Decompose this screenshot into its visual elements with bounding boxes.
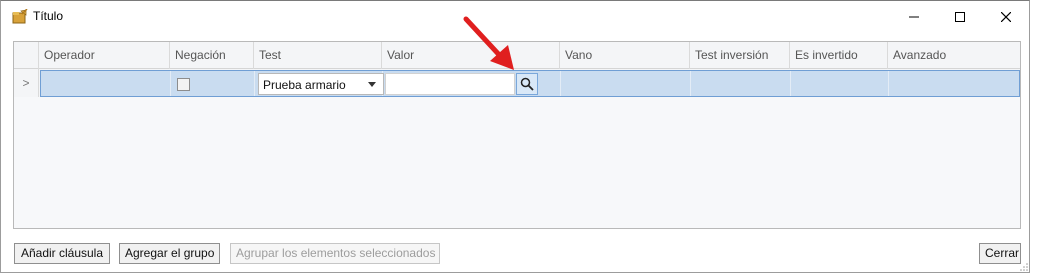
close-icon (1001, 11, 1011, 22)
dialog-window: Título Operador Negación Test Valor Vano… (0, 0, 1030, 273)
negacion-checkbox[interactable] (177, 78, 190, 91)
add-clause-button[interactable]: Añadir cláusula (14, 243, 110, 264)
folder-edit-icon (12, 8, 28, 25)
minimize-icon (909, 16, 919, 17)
search-icon (520, 77, 534, 91)
minimize-button[interactable] (891, 1, 937, 32)
maximize-button[interactable] (937, 1, 983, 32)
test-dropdown[interactable]: Prueba armario (258, 73, 384, 95)
add-group-button[interactable]: Agregar el grupo (119, 243, 220, 264)
column-es-invertido[interactable]: Es invertido (790, 42, 888, 69)
resize-grip-icon[interactable] (1019, 262, 1029, 272)
window-title: Título (33, 9, 64, 23)
search-button[interactable] (516, 73, 538, 95)
column-test[interactable]: Test (254, 42, 382, 69)
valor-input[interactable] (385, 73, 515, 95)
column-vano[interactable]: Vano (560, 42, 690, 69)
close-button[interactable] (983, 1, 1029, 32)
column-test-inversion[interactable]: Test inversión (690, 42, 790, 69)
chevron-down-icon (368, 82, 376, 87)
row-header-cell (14, 42, 39, 69)
close-dialog-button[interactable]: Cerrar (979, 243, 1021, 264)
red-arrow-icon (463, 16, 514, 70)
test-dropdown-value: Prueba armario (263, 78, 346, 92)
maximize-icon (955, 11, 965, 22)
column-negacion[interactable]: Negación (170, 42, 254, 69)
column-avanzado[interactable]: Avanzado (888, 42, 1020, 69)
group-selected-button[interactable]: Agrupar los elementos seleccionados (230, 243, 440, 264)
column-operador[interactable]: Operador (39, 42, 170, 69)
row-indicator[interactable]: > (14, 69, 39, 97)
